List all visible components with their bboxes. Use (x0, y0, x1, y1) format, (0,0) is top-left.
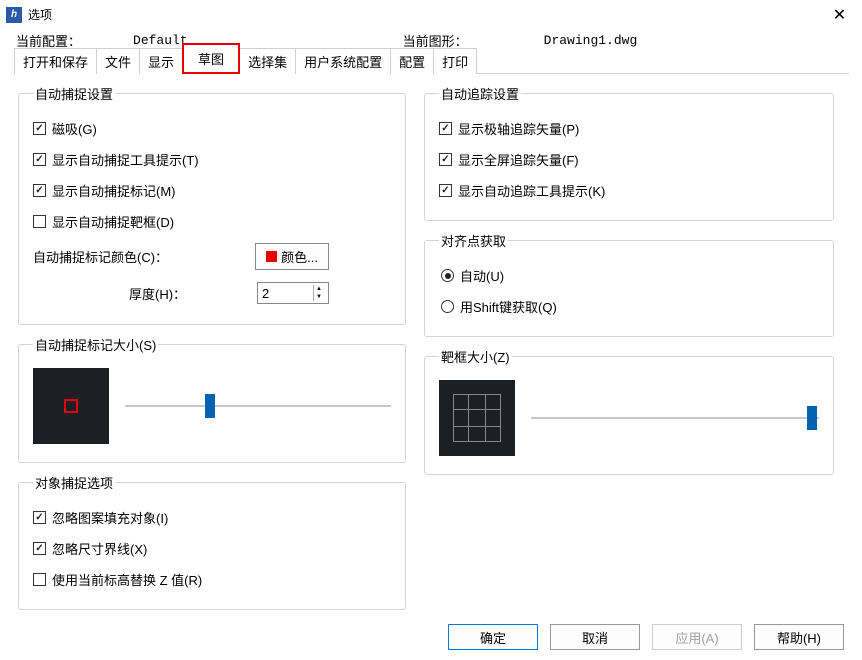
checkmark-icon (33, 573, 46, 586)
checkbox-show-marker[interactable]: 显示自动捕捉标记(M) (33, 175, 391, 206)
window-title: 选项 (28, 6, 52, 23)
checkbox-show-tooltip[interactable]: 显示自动捕捉工具提示(T) (33, 144, 391, 175)
checkbox-magnetic[interactable]: 磁吸(G) (33, 113, 391, 144)
checkbox-label: 使用当前标高替换 Z 值(R) (52, 570, 202, 589)
help-button[interactable]: 帮助(H) (754, 624, 844, 650)
current-drawing-label: 当前图形： (403, 31, 468, 50)
aperture-grid-icon (453, 394, 501, 442)
marker-size-legend: 自动捕捉标记大小(S) (33, 335, 158, 354)
checkmark-icon (439, 184, 452, 197)
checkbox-label: 显示极轴追踪矢量(P) (458, 119, 579, 138)
autotrack-group: 自动追踪设置 显示极轴追踪矢量(P) 显示全屏追踪矢量(F) 显示自动追踪工具提… (424, 84, 834, 221)
aperture-size-legend: 靶框大小(Z) (439, 347, 512, 366)
checkbox-ignore-hatch[interactable]: 忽略图案填充对象(I) (33, 502, 391, 533)
autosnap-legend: 自动捕捉设置 (33, 84, 115, 103)
button-bar: 确定 取消 应用(A) 帮助(H) (0, 620, 862, 660)
checkbox-label: 磁吸(G) (52, 119, 97, 138)
tab-config[interactable]: 配置 (390, 48, 434, 74)
titlebar: h 选项 ✕ (0, 0, 862, 30)
checkmark-icon (33, 511, 46, 524)
radio-icon (441, 300, 454, 313)
checkbox-polar-vector[interactable]: 显示极轴追踪矢量(P) (439, 113, 819, 144)
marker-color-row: 自动捕捉标记颜色(C)： 颜色... (33, 237, 391, 276)
checkbox-label: 显示自动追踪工具提示(K) (458, 181, 605, 200)
thickness-label: 厚度(H)： (129, 284, 186, 303)
thickness-row: 厚度(H)： 2 ▲▼ (33, 276, 391, 310)
checkmark-icon (33, 122, 46, 135)
checkmark-icon (33, 153, 46, 166)
checkbox-label: 忽略图案填充对象(I) (52, 508, 168, 527)
autosnap-group: 自动捕捉设置 磁吸(G) 显示自动捕捉工具提示(T) 显示自动捕捉标记(M) 显… (18, 84, 406, 325)
checkmark-icon (439, 153, 452, 166)
tab-spacer (476, 73, 849, 74)
checkbox-ignore-dim[interactable]: 忽略尺寸界线(X) (33, 533, 391, 564)
checkbox-label: 忽略尺寸界线(X) (52, 539, 147, 558)
color-swatch-icon (266, 251, 277, 262)
current-drawing-value: Drawing1.dwg (544, 33, 638, 48)
aperture-preview (439, 380, 515, 456)
checkbox-label: 显示自动捕捉靶框(D) (52, 212, 174, 231)
tab-open-save[interactable]: 打开和保存 (14, 48, 97, 74)
checkbox-show-aperture[interactable]: 显示自动捕捉靶框(D) (33, 206, 391, 237)
radio-label: 用Shift键获取(Q) (460, 297, 557, 316)
marker-square-icon (64, 399, 78, 413)
current-config-value: Default (133, 33, 188, 48)
align-point-group: 对齐点获取 自动(U) 用Shift键获取(Q) (424, 231, 834, 337)
close-button[interactable]: ✕ (817, 0, 862, 30)
object-snap-group: 对象捕捉选项 忽略图案填充对象(I) 忽略尺寸界线(X) 使用当前标高替换 Z … (18, 473, 406, 610)
align-point-legend: 对齐点获取 (439, 231, 508, 250)
color-button[interactable]: 颜色... (255, 243, 329, 270)
radio-shift[interactable]: 用Shift键获取(Q) (439, 291, 819, 322)
apply-button: 应用(A) (652, 624, 742, 650)
tab-select-set[interactable]: 选择集 (239, 48, 296, 74)
marker-preview (33, 368, 109, 444)
thickness-value: 2 (262, 286, 269, 301)
tab-file[interactable]: 文件 (96, 48, 140, 74)
checkbox-fullscreen-vector[interactable]: 显示全屏追踪矢量(F) (439, 144, 819, 175)
marker-color-label: 自动捕捉标记颜色(C)： (33, 247, 168, 266)
tab-strip: 打开和保存 文件 显示 草图 选择集 用户系统配置 配置 打印 (0, 50, 862, 74)
radio-label: 自动(U) (460, 266, 504, 285)
tab-print[interactable]: 打印 (433, 48, 477, 74)
app-icon: h (6, 7, 22, 23)
tab-user-sys[interactable]: 用户系统配置 (295, 48, 391, 74)
spinner-icon[interactable]: ▲▼ (313, 285, 324, 301)
aperture-size-group: 靶框大小(Z) (424, 347, 834, 475)
marker-size-slider[interactable] (125, 396, 391, 416)
checkmark-icon (33, 542, 46, 555)
checkbox-label: 显示自动捕捉标记(M) (52, 181, 176, 200)
autotrack-legend: 自动追踪设置 (439, 84, 521, 103)
checkmark-icon (33, 184, 46, 197)
object-snap-legend: 对象捕捉选项 (33, 473, 115, 492)
checkmark-icon (33, 215, 46, 228)
slider-thumb-icon[interactable] (807, 406, 817, 430)
tab-display[interactable]: 显示 (139, 48, 183, 74)
current-config-label: 当前配置： (16, 31, 81, 50)
header-row: 当前配置： Default 当前图形： Drawing1.dwg (0, 30, 862, 50)
slider-thumb-icon[interactable] (205, 394, 215, 418)
radio-icon (441, 269, 454, 282)
marker-size-group: 自动捕捉标记大小(S) (18, 335, 406, 463)
aperture-size-slider[interactable] (531, 408, 819, 428)
checkbox-label: 显示自动捕捉工具提示(T) (52, 150, 199, 169)
cancel-button[interactable]: 取消 (550, 624, 640, 650)
ok-button[interactable]: 确定 (448, 624, 538, 650)
tab-draft[interactable]: 草图 (182, 43, 240, 74)
color-button-label: 颜色... (281, 247, 318, 266)
checkbox-label: 显示全屏追踪矢量(F) (458, 150, 579, 169)
checkmark-icon (439, 122, 452, 135)
checkbox-use-elevation[interactable]: 使用当前标高替换 Z 值(R) (33, 564, 391, 595)
thickness-input[interactable]: 2 ▲▼ (257, 282, 329, 304)
checkbox-track-tooltip[interactable]: 显示自动追踪工具提示(K) (439, 175, 819, 206)
radio-auto[interactable]: 自动(U) (439, 260, 819, 291)
